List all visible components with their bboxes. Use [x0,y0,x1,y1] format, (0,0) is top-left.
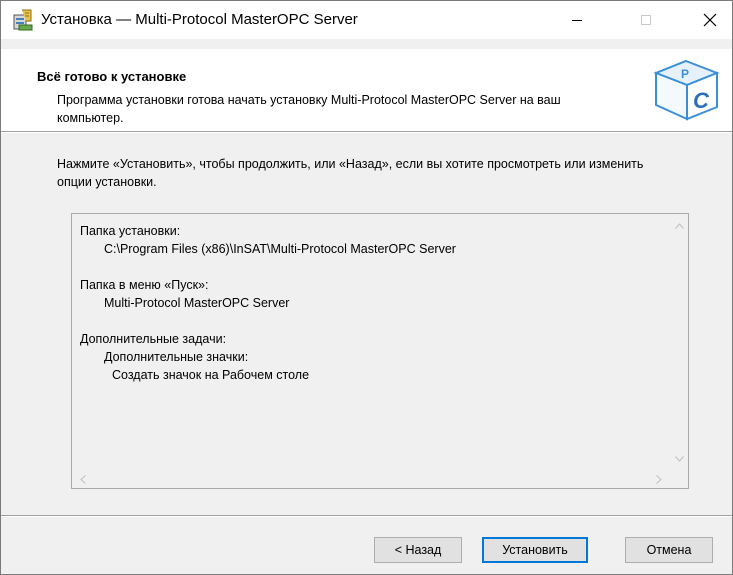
ready-memo[interactable]: Папка установки: C:\Program Files (x86)\… [71,213,689,489]
install-folder-value: C:\Program Files (x86)\InSAT\Multi-Proto… [104,242,456,256]
page-title: Всё готово к установке [37,69,187,84]
tasks-group: Дополнительные значки: [104,350,249,364]
logo-letter-c: C [693,88,710,113]
maximize-icon [641,15,651,25]
install-folder-label: Папка установки: [80,224,181,238]
cancel-button[interactable]: Отмена [625,537,713,563]
title-bar[interactable]: Установка — Multi-Protocol MasterOPC Ser… [1,1,732,39]
scroll-up-icon[interactable] [675,222,684,232]
installer-icon [13,9,33,31]
install-button[interactable]: Установить [482,537,588,563]
back-button[interactable]: < Назад [374,537,462,563]
scroll-down-icon[interactable] [675,455,684,465]
scrollbar-corner [671,471,688,488]
memo-content: Папка установки: C:\Program Files (x86)\… [80,222,660,384]
start-menu-label: Папка в меню «Пуск»: [80,278,209,292]
maximize-button[interactable] [623,1,669,39]
installer-window: Установка — Multi-Protocol MasterOPC Ser… [0,0,733,575]
product-logo: P C [651,59,721,121]
tasks-label: Дополнительные задачи: [80,332,227,346]
page-subtitle: Программа установки готова начать устано… [57,93,561,125]
wizard-header: Всё готово к установке Программа установ… [1,49,732,131]
footer-divider [1,515,732,517]
header-divider [1,131,732,133]
window-title: Установка — Multi-Protocol MasterOPC Ser… [41,11,358,28]
minimize-button[interactable] [554,1,600,39]
horizontal-scrollbar[interactable] [72,471,671,488]
scroll-right-icon[interactable] [656,475,662,487]
close-icon [703,13,717,27]
vertical-scrollbar[interactable] [671,214,688,472]
close-button[interactable] [687,1,732,39]
start-menu-value: Multi-Protocol MasterOPC Server [104,296,290,310]
minimize-icon [572,20,582,21]
instructions-text: Нажмите «Установить», чтобы продолжить, … [57,157,644,189]
scroll-left-icon[interactable] [80,475,86,487]
logo-letter-p: P [681,67,689,81]
tasks-item: Создать значок на Рабочем столе [112,368,310,382]
